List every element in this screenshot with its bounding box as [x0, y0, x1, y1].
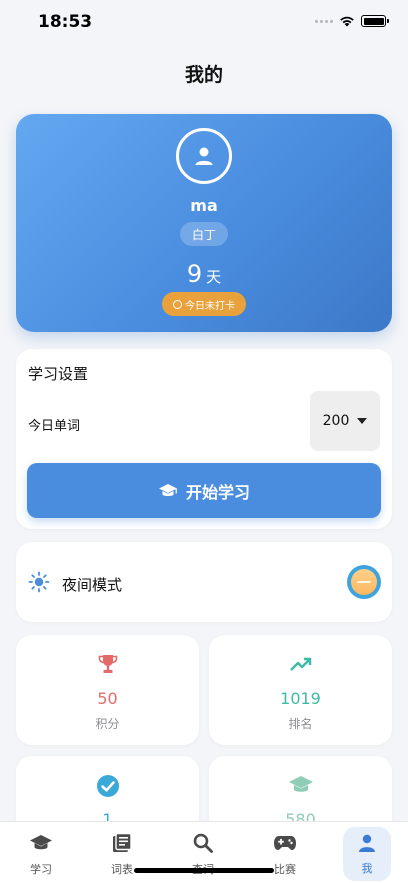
stat-card-points[interactable]: 50 积分	[16, 635, 199, 745]
streak-days-value: 9	[186, 260, 203, 288]
caret-down-icon	[357, 418, 368, 424]
home-indicator	[134, 868, 274, 873]
daily-words-value: 200	[322, 413, 350, 429]
points-label: 积分	[95, 717, 120, 731]
graduation-cap-icon	[158, 483, 177, 496]
signal-icon	[315, 19, 333, 23]
battery-icon	[361, 15, 389, 27]
status-bar: 18:53	[0, 0, 408, 46]
night-mode-card: 夜间模式	[16, 542, 392, 622]
nav-item-me[interactable]: 我	[343, 827, 391, 881]
gamepad-icon	[274, 836, 296, 850]
study-settings-card: 学习设置 今日单词 200 开始学习	[16, 349, 392, 529]
person-icon	[359, 834, 375, 852]
level-badge: 白丁	[180, 222, 228, 246]
circle-icon	[173, 299, 182, 309]
check-circle-icon	[96, 775, 119, 797]
night-mode-toggle[interactable]	[347, 565, 381, 599]
nav-item-study[interactable]: 学习	[11, 822, 71, 878]
graduation-cap-icon	[288, 776, 313, 792]
start-study-label: 开始学习	[185, 482, 250, 502]
streak-days-unit: 天	[206, 268, 222, 286]
checkin-status-label: 今日未打卡	[185, 300, 235, 312]
streak-days: 9天	[16, 260, 392, 288]
search-icon	[193, 833, 213, 853]
toggle-knob	[351, 569, 377, 595]
checkin-status-badge[interactable]: 今日未打卡	[162, 292, 246, 316]
person-icon	[195, 147, 213, 165]
status-time: 18:53	[38, 12, 93, 32]
book-icon	[113, 832, 132, 852]
daily-words-select[interactable]: 200	[310, 391, 380, 451]
profile-card: ma 白丁 9天 今日未打卡	[16, 114, 392, 332]
status-icons	[315, 15, 389, 27]
nav-label-wordlist: 词表	[111, 863, 133, 876]
wifi-icon	[340, 16, 354, 27]
trending-up-icon	[289, 657, 311, 671]
rank-label: 排名	[288, 717, 313, 731]
daily-words-label: 今日单词	[28, 419, 81, 434]
nav-label-contest: 比赛	[274, 863, 296, 876]
bottom-nav: 学习 词表 查词	[0, 821, 408, 883]
stat-card-rank[interactable]: 1019 排名	[209, 635, 392, 745]
graduation-cap-icon	[30, 835, 52, 850]
points-value: 50	[97, 689, 118, 708]
rank-value: 1019	[280, 689, 321, 708]
trophy-icon	[98, 655, 117, 673]
settings-title: 学习设置	[28, 365, 89, 383]
nav-label-me: 我	[361, 862, 373, 875]
page-title: 我的	[184, 64, 223, 86]
start-study-button[interactable]: 开始学习	[27, 463, 381, 518]
username: ma	[190, 196, 218, 215]
night-mode-label: 夜间模式	[62, 576, 123, 594]
nav-label-study: 学习	[30, 863, 52, 876]
avatar[interactable]	[176, 128, 232, 184]
sun-icon	[28, 571, 50, 593]
